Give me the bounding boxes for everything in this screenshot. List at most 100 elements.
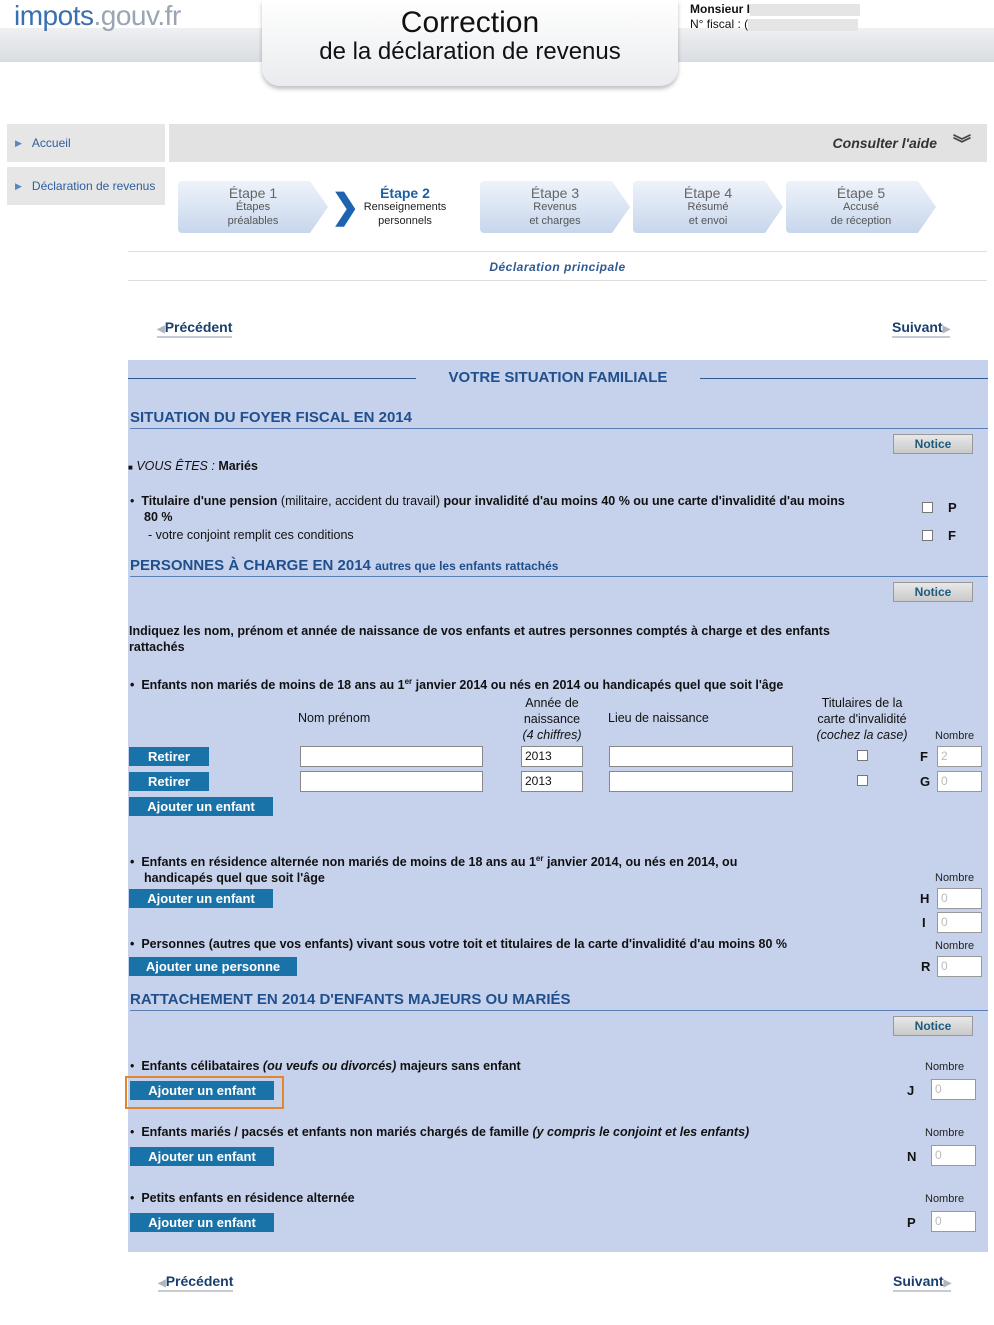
double-chevron-down-icon[interactable]: ︾	[953, 130, 971, 156]
code-p-label: P	[948, 500, 957, 515]
col-nombre: Nombre	[935, 730, 975, 742]
notice-button[interactable]: Notice	[893, 582, 973, 602]
user-name: Monsieur I	[690, 2, 751, 16]
code-f-label: F	[948, 528, 956, 543]
col-lieu: Lieu de naissance	[608, 711, 709, 725]
col-annee: Année de naissance (4 chiffres)	[522, 696, 582, 742]
triangle-right-icon: ▶	[15, 180, 22, 191]
help-label: Consulter l'aide	[832, 135, 937, 151]
user-info: Monsieur I N° fiscal : (	[690, 2, 861, 32]
nombre-input[interactable]: 0	[931, 1145, 976, 1166]
invalidite-checkbox[interactable]	[857, 775, 868, 786]
page-title-box: Correction de la déclaration de revenus	[262, 0, 678, 86]
fiscal-number-label: N° fiscal : (	[690, 17, 749, 31]
nombre-input[interactable]: 0	[937, 956, 982, 977]
invalidite-checkbox[interactable]	[857, 750, 868, 761]
page-subtitle: de la déclaration de revenus	[319, 38, 621, 65]
lieu-input[interactable]	[609, 746, 793, 767]
checkbox-p[interactable]	[922, 502, 933, 513]
site-logo[interactable]: impots.gouv.fr	[14, 0, 181, 32]
next-link-bottom[interactable]: Suivant▶	[893, 1273, 952, 1292]
page-title: Correction	[400, 6, 540, 39]
masked-fiscal-number	[748, 18, 859, 31]
section-charge-title: PERSONNES À CHARGE EN 2014 autres que le…	[130, 557, 559, 574]
arrow-right-icon: ▶	[943, 1278, 952, 1289]
next-link-top[interactable]: Suivant▶	[892, 319, 951, 338]
notice-button[interactable]: Notice	[893, 434, 973, 454]
annee-input[interactable]: 2013	[521, 771, 583, 792]
code-label: G	[920, 774, 931, 789]
code-label: H	[920, 891, 930, 906]
arrow-right-icon: ▶	[942, 324, 951, 335]
prev-link-bottom[interactable]: ◀Précédent	[158, 1273, 234, 1292]
nom-prenom-input[interactable]	[300, 746, 483, 767]
code-label: N	[907, 1149, 917, 1164]
annee-input[interactable]: 2013	[521, 746, 583, 767]
sidebar-item-label: Déclaration de revenus	[31, 179, 156, 193]
family-situation-panel: VOTRE SITUATION FAMILIALE SITUATION DU F…	[128, 360, 988, 1252]
nombre-input[interactable]: 0	[931, 1079, 976, 1100]
sidebar-item-declaration[interactable]: ▶ Déclaration de revenus	[7, 167, 165, 205]
add-child-button[interactable]: Ajouter un enfant	[129, 889, 273, 908]
col-nombre: Nombre	[925, 1127, 965, 1139]
celibataires-label: • Enfants célibataires (ou veufs ou divo…	[130, 1059, 521, 1073]
retirer-button[interactable]: Retirer	[129, 772, 209, 791]
add-child-button[interactable]: Ajouter un enfant	[129, 797, 273, 816]
alternee-label: • Enfants en résidence alternée non mari…	[130, 854, 738, 886]
square-bullet-icon: ■	[128, 463, 133, 472]
add-child-button-petits[interactable]: Ajouter un enfant	[130, 1213, 274, 1232]
section-divider	[130, 428, 988, 429]
col-nombre: Nombre	[925, 1061, 965, 1073]
col-nombre: Nombre	[925, 1193, 965, 1205]
focus-highlight	[125, 1076, 284, 1109]
lieu-input[interactable]	[609, 771, 793, 792]
col-titulaires: Titulaires de la carte d'invalidité (coche…	[816, 696, 908, 742]
nombre-input[interactable]: 0	[937, 912, 982, 933]
checkbox-f[interactable]	[922, 530, 933, 541]
code-label: P	[907, 1215, 916, 1230]
nom-prenom-input[interactable]	[300, 771, 483, 792]
section-divider	[130, 576, 988, 577]
step-5: Étape 5 Accusé de réception	[786, 181, 936, 233]
retirer-button[interactable]: Retirer	[129, 747, 209, 766]
prev-link-top[interactable]: ◀Précédent	[157, 319, 233, 338]
arrow-left-icon: ◀	[157, 324, 165, 335]
section-divider	[130, 1010, 988, 1011]
personnes-label: • Personnes (autres que vos enfants) viv…	[130, 937, 788, 951]
code-label: R	[921, 959, 931, 974]
pension-text: • Titulaire d'une pension (militaire, ac…	[130, 494, 845, 524]
panel-title: VOTRE SITUATION FAMILIALE	[448, 369, 668, 386]
col-nombre: Nombre	[935, 940, 975, 952]
step-2: Étape 2 Renseignements personnels	[360, 181, 450, 233]
step-4: Étape 4 Résumé et envoi	[633, 181, 783, 233]
nombre-input[interactable]: 0	[931, 1211, 976, 1232]
step-1: Étape 1 Étapes préalables	[178, 181, 328, 233]
section-foyer-title: SITUATION DU FOYER FISCAL EN 2014	[130, 409, 412, 426]
triangle-right-icon: ▶	[15, 137, 22, 148]
arrow-left-icon: ◀	[158, 1278, 166, 1289]
charge-intro: Indiquez les nom, prénom et année de nai…	[129, 624, 830, 654]
petits-enfants-label: • Petits enfants en résidence alternée	[130, 1191, 355, 1205]
nombre-input[interactable]: 2	[937, 746, 982, 767]
col-nombre: Nombre	[935, 872, 975, 884]
sidebar-item-accueil[interactable]: ▶ Accueil	[7, 124, 165, 162]
maries-label: • Enfants mariés / pacsés et enfants non…	[130, 1125, 750, 1139]
masked-name	[750, 3, 861, 16]
nombre-input[interactable]: 0	[937, 888, 982, 909]
enfants-label: • Enfants non mariés de moins de 18 ans …	[130, 677, 784, 693]
add-person-button[interactable]: Ajouter une personne	[129, 957, 297, 976]
col-nom: Nom prénom	[298, 711, 371, 725]
help-bar[interactable]: Consulter l'aide ︾	[169, 124, 987, 162]
add-child-button-maries[interactable]: Ajouter un enfant	[130, 1147, 274, 1166]
current-step-arrow-icon: ❯	[331, 188, 360, 226]
nombre-input[interactable]: 0	[937, 771, 982, 792]
section-rattachement-title: RATTACHEMENT EN 2014 D'ENFANTS MAJEURS O…	[130, 991, 571, 1008]
sidebar-item-label: Accueil	[31, 136, 71, 150]
conjoint-text: - votre conjoint remplit ces conditions	[148, 528, 354, 542]
step-3: Étape 3 Revenus et charges	[480, 181, 630, 233]
vous-etes-row: ■ VOUS ÊTES : Mariés	[128, 459, 258, 473]
notice-button[interactable]: Notice	[893, 1016, 973, 1036]
code-label: J	[907, 1083, 915, 1098]
declaration-label: Déclaration principale	[128, 251, 987, 281]
code-label: F	[920, 749, 928, 764]
